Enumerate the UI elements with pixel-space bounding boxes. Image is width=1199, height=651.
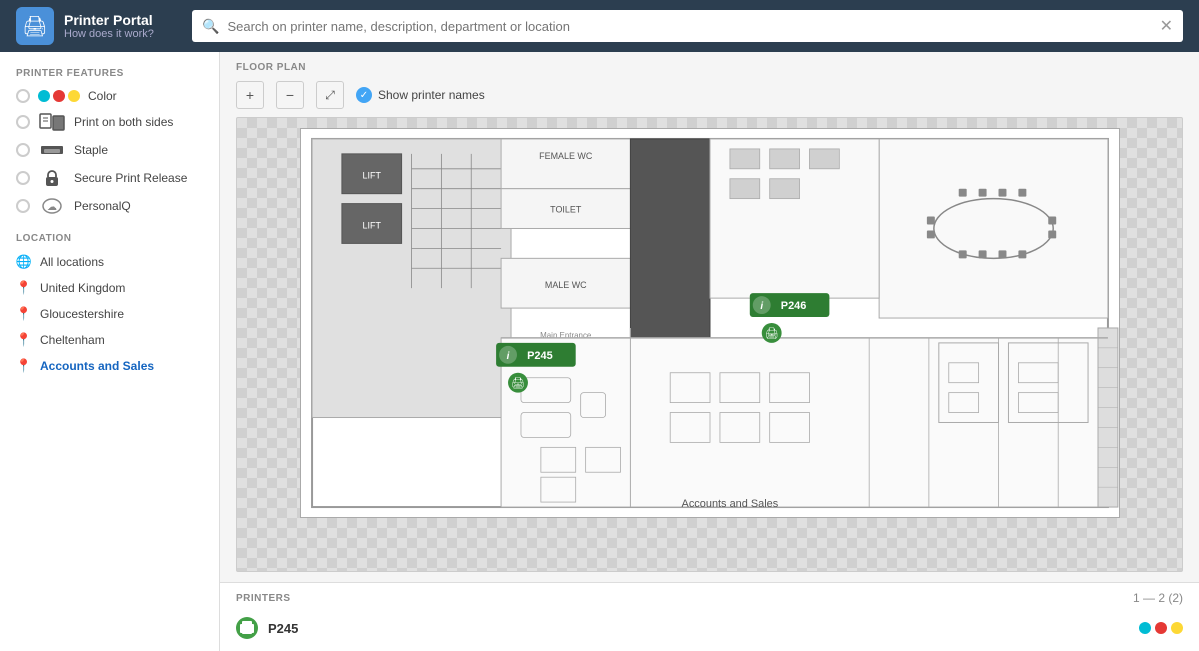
floor-plan-title: FLOOR PLAN — [236, 62, 1183, 73]
location-accounts-label: Accounts and Sales — [40, 359, 154, 373]
secure-icon — [38, 169, 66, 187]
printer-p245-icon — [236, 617, 258, 639]
show-names-label: Show printer names — [378, 88, 485, 102]
location-cheltenham-label: Cheltenham — [40, 333, 105, 347]
building-svg: LIFT LIFT — [301, 129, 1119, 517]
feature-radio-staple[interactable] — [16, 143, 30, 157]
feature-secure[interactable]: Secure Print Release — [16, 169, 203, 187]
feature-secure-label: Secure Print Release — [74, 171, 187, 185]
search-input[interactable] — [227, 19, 1151, 34]
feature-radio-secure[interactable] — [16, 171, 30, 185]
feature-personalq[interactable]: ☁ PersonalQ — [16, 197, 203, 215]
feature-radio-color[interactable] — [16, 89, 30, 103]
printer-p245-dot-yellow — [1171, 622, 1183, 634]
svg-text:MALE WC: MALE WC — [544, 280, 586, 290]
app-title: Printer Portal — [64, 12, 154, 28]
location-uk[interactable]: 📍 United Kingdom — [16, 280, 203, 296]
svg-text:P245: P245 — [527, 350, 553, 362]
feature-color[interactable]: Color — [16, 89, 203, 103]
location-gloucestershire-label: Gloucestershire — [40, 307, 124, 321]
svg-text:TOILET: TOILET — [550, 205, 582, 215]
printer-p245-dot-red — [1155, 622, 1167, 634]
svg-text:Accounts and Sales: Accounts and Sales — [681, 498, 778, 510]
app-header: 🖨 Printer Portal How does it work? 🔍 ✕ — [0, 0, 1199, 52]
floor-plan-canvas: LIFT LIFT — [236, 117, 1183, 572]
logo-text: Printer Portal How does it work? — [64, 12, 154, 40]
location-accounts[interactable]: 📍 Accounts and Sales — [16, 358, 203, 374]
pin-uk-icon: 📍 — [16, 280, 32, 296]
location-gloucestershire[interactable]: 📍 Gloucestershire — [16, 306, 203, 322]
location-cheltenham[interactable]: 📍 Cheltenham — [16, 332, 203, 348]
globe-icon: 🌐 — [16, 254, 32, 270]
logo-area: 🖨 Printer Portal How does it work? — [16, 7, 176, 45]
printer-p245-name: P245 — [268, 621, 298, 636]
search-clear-button[interactable]: ✕ — [1160, 16, 1173, 36]
location-uk-label: United Kingdom — [40, 281, 125, 295]
printers-count: 1 — 2 (2) — [1133, 591, 1183, 605]
zoom-out-button[interactable]: − — [276, 81, 304, 109]
svg-text:FEMALE WC: FEMALE WC — [539, 151, 593, 161]
dot-red — [53, 90, 65, 102]
location-all-label: All locations — [40, 255, 104, 269]
location-section-title: LOCATION — [16, 233, 203, 244]
feature-color-label: Color — [88, 89, 117, 103]
svg-text:LIFT: LIFT — [362, 171, 381, 181]
floor-plan-building: LIFT LIFT — [300, 128, 1120, 518]
duplex-icon — [38, 113, 66, 131]
feature-radio-personalq[interactable] — [16, 199, 30, 213]
feature-personalq-label: PersonalQ — [74, 199, 131, 213]
pin-accounts-icon: 📍 — [16, 358, 32, 374]
svg-text:i: i — [506, 351, 509, 362]
content-area: FLOOR PLAN + − ⤢ ✓ Show printer names — [220, 52, 1199, 651]
printers-section: PRINTERS 1 — 2 (2) P245 — [220, 582, 1199, 651]
svg-text:LIFT: LIFT — [362, 220, 381, 230]
features-section-title: PRINTER FEATURES — [16, 68, 203, 79]
feature-duplex[interactable]: Print on both sides — [16, 113, 203, 131]
personalq-icon: ☁ — [38, 197, 66, 215]
logo-icon: 🖨 — [16, 7, 54, 45]
sidebar: PRINTER FEATURES Color Print o — [0, 52, 220, 651]
search-bar[interactable]: 🔍 ✕ — [192, 10, 1183, 42]
feature-staple-label: Staple — [74, 143, 108, 157]
floor-plan-toolbar: + − ⤢ ✓ Show printer names — [236, 81, 1183, 109]
location-all[interactable]: 🌐 All locations — [16, 254, 203, 270]
svg-text:i: i — [760, 301, 763, 312]
toggle-check-icon: ✓ — [356, 87, 372, 103]
floor-plan-section: FLOOR PLAN + − ⤢ ✓ Show printer names — [220, 52, 1199, 582]
dot-cyan — [38, 90, 50, 102]
feature-radio-duplex[interactable] — [16, 115, 30, 129]
dot-yellow — [68, 90, 80, 102]
color-dots — [38, 90, 80, 102]
search-icon: 🔍 — [202, 18, 219, 35]
zoom-in-button[interactable]: + — [236, 81, 264, 109]
svg-text:🖨: 🖨 — [511, 377, 525, 390]
svg-text:☁: ☁ — [47, 202, 57, 213]
show-printer-names-toggle[interactable]: ✓ Show printer names — [356, 87, 485, 103]
main-layout: PRINTER FEATURES Color Print o — [0, 52, 1199, 651]
printer-row-p245[interactable]: P245 — [236, 613, 1183, 643]
printers-header: PRINTERS 1 — 2 (2) — [236, 591, 1183, 605]
printer-p245-colors — [1139, 622, 1183, 634]
feature-staple[interactable]: Staple — [16, 141, 203, 159]
staple-icon — [38, 141, 66, 159]
location-section: LOCATION 🌐 All locations 📍 United Kingdo… — [16, 233, 203, 374]
printers-title: PRINTERS — [236, 593, 291, 604]
printer-p245-dot-cyan — [1139, 622, 1151, 634]
svg-text:🖨: 🖨 — [764, 327, 778, 340]
fit-button[interactable]: ⤢ — [316, 81, 344, 109]
app-subtitle: How does it work? — [64, 28, 154, 40]
svg-text:P246: P246 — [780, 300, 806, 312]
pin-cheltenham-icon: 📍 — [16, 332, 32, 348]
pin-gloucestershire-icon: 📍 — [16, 306, 32, 322]
feature-duplex-label: Print on both sides — [74, 115, 173, 129]
